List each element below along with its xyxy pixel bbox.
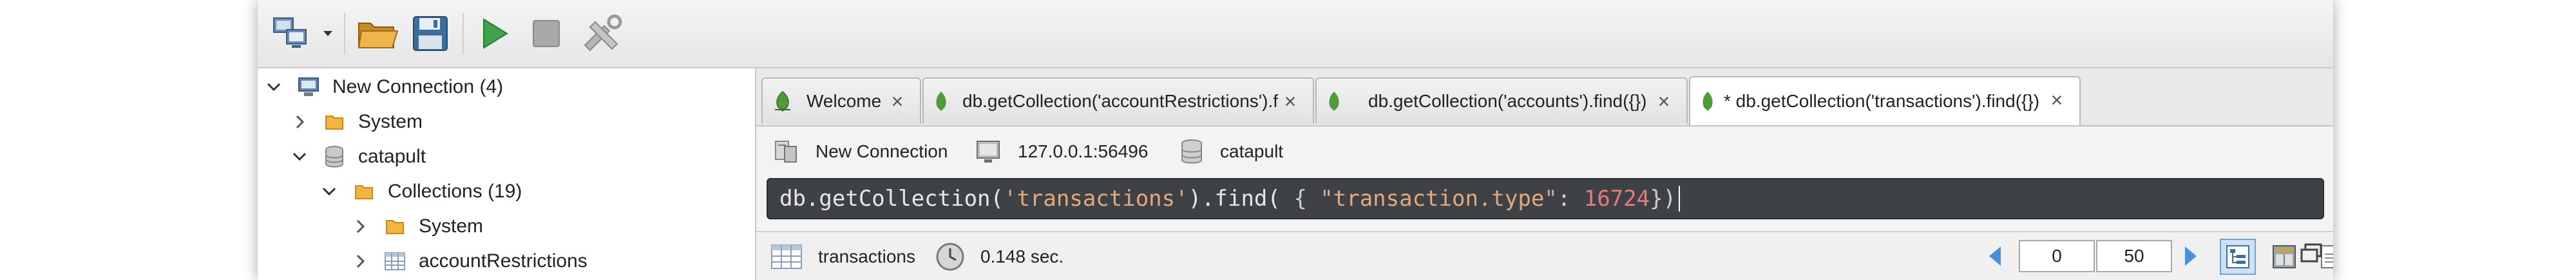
tree-node-system-db[interactable]: System	[290, 105, 423, 139]
monitor-icon	[975, 139, 1001, 164]
folder-icon	[353, 181, 375, 203]
status-time-label: 0.148 sec.	[980, 246, 1064, 266]
query-number: 16724	[1583, 186, 1650, 212]
query-collection-string: 'transactions'	[1004, 186, 1188, 212]
server-icon	[773, 139, 799, 165]
tab-label: Welcome	[806, 91, 882, 111]
tab-accounts[interactable]: db.getCollection('accounts').find({}) ×	[1315, 77, 1688, 124]
tab-label: * db.getCollection('transactions').find(…	[1724, 91, 2040, 111]
status-collection-label: transactions	[818, 246, 915, 266]
arrow-left-icon	[1989, 246, 2001, 266]
mongodb-leaf-icon	[1701, 90, 1715, 112]
status-collection: transactions	[770, 240, 915, 274]
info-database: catapult	[1180, 135, 1283, 168]
table-icon	[770, 244, 803, 270]
save-button[interactable]	[405, 12, 456, 55]
close-icon[interactable]: ×	[1655, 91, 1672, 112]
page-prev-button[interactable]	[1987, 245, 2003, 272]
tree-label-connection: New Connection (4)	[332, 76, 504, 97]
tab-welcome[interactable]: Welcome ×	[761, 77, 921, 124]
stop-button[interactable]	[520, 12, 572, 55]
info-address-label: 127.0.0.1:56496	[1018, 141, 1149, 161]
database-icon	[323, 146, 345, 168]
mongodb-leaf-icon	[1327, 90, 1341, 112]
tab-account-restrictions[interactable]: db.getCollection('accountRestrictions').…	[922, 77, 1314, 124]
robo3t-window: New Connection (4) System catapult Colle…	[258, 0, 2333, 280]
close-icon[interactable]: ×	[889, 91, 906, 112]
tree-node-collections-system[interactable]: System	[350, 209, 483, 244]
toolbar-separator	[463, 13, 464, 54]
close-icon[interactable]: ×	[1282, 91, 1299, 112]
page-next-button[interactable]	[2182, 245, 2199, 272]
computer-icon	[298, 76, 320, 98]
connect-icon	[273, 17, 307, 48]
tab-label: db.getCollection('accounts').find({})	[1368, 91, 1647, 111]
limit-input[interactable]: 50	[2096, 240, 2172, 272]
window-restore-icon	[2300, 243, 2322, 263]
folder-icon	[323, 111, 345, 133]
text-cursor	[1679, 186, 1681, 212]
tools-icon	[584, 14, 622, 52]
tree-node-collection-item[interactable]: accountRestrictions	[350, 244, 587, 279]
query-close: })	[1650, 186, 1677, 212]
mongodb-leaf-icon	[934, 90, 948, 112]
tree-node-collections[interactable]: Collections (19)	[320, 174, 522, 209]
clock-icon	[935, 242, 965, 272]
query-colon: :	[1557, 186, 1584, 212]
tab-transactions[interactable]: * db.getCollection('transactions').find(…	[1689, 76, 2081, 125]
skip-input[interactable]: 0	[2019, 240, 2095, 272]
query-open-brace: {	[1280, 186, 1321, 212]
toolbar-separator	[344, 13, 345, 54]
run-button[interactable]	[469, 12, 520, 55]
chevron-right-icon[interactable]	[350, 217, 370, 236]
connect-button[interactable]	[267, 12, 318, 55]
chevron-right-icon[interactable]	[350, 252, 370, 271]
open-folder-icon	[358, 23, 399, 48]
tree-view-icon	[2226, 245, 2249, 268]
info-connection-label: New Connection	[816, 141, 948, 161]
query-middle: ).find(	[1188, 186, 1281, 212]
close-icon[interactable]: ×	[2048, 90, 2065, 110]
arrow-right-icon	[2185, 246, 2197, 266]
query-panel: Welcome × db.getCollection('accountRestr…	[756, 68, 2333, 280]
info-address: 127.0.0.1:56496	[975, 135, 1148, 168]
tab-bar: Welcome × db.getCollection('accountRestr…	[756, 68, 2333, 126]
query-editor[interactable]: db.getCollection('transactions').find( {…	[767, 178, 2324, 219]
database-icon	[1180, 139, 1203, 165]
chevron-down-icon[interactable]	[264, 77, 283, 97]
chevron-down-icon[interactable]	[320, 182, 339, 201]
info-connection: New Connection	[773, 135, 948, 168]
results-status-bar: transactions 0.148 sec. 0 50	[756, 231, 2333, 280]
query-key-string: "transaction.type"	[1320, 186, 1558, 212]
tree-label-collections-system: System	[419, 215, 484, 237]
query-prefix: db.getCollection(	[779, 186, 1004, 212]
explorer-tree: New Connection (4) System catapult Colle…	[258, 68, 756, 280]
folder-icon	[384, 215, 406, 237]
tree-label-collections: Collections (19)	[388, 181, 522, 202]
dropdown-icon	[323, 31, 332, 36]
tree-label-database: catapult	[358, 146, 426, 167]
main-toolbar	[258, 0, 2333, 68]
chevron-down-icon[interactable]	[290, 147, 309, 166]
tree-view-button[interactable]	[2220, 239, 2256, 275]
tree-node-connection[interactable]: New Connection (4)	[264, 70, 503, 105]
run-icon	[483, 18, 508, 49]
tree-node-database[interactable]: catapult	[290, 139, 426, 174]
status-time: 0.148 sec.	[935, 240, 1064, 274]
tab-label: db.getCollection('accountRestrictions').…	[962, 91, 1279, 111]
save-icon	[413, 16, 448, 51]
info-database-label: catapult	[1220, 141, 1284, 161]
tree-label-system-db: System	[358, 111, 423, 132]
connection-info-bar: New Connection 127.0.0.1:56496 catapult	[756, 126, 2333, 175]
connect-dropdown-button[interactable]	[318, 12, 338, 55]
table-icon	[384, 250, 406, 272]
open-button[interactable]	[352, 12, 403, 55]
mongodb-leaf-icon	[773, 90, 792, 112]
chevron-right-icon[interactable]	[290, 112, 309, 132]
maximize-panel-button[interactable]	[2293, 235, 2329, 271]
stop-icon	[533, 20, 560, 47]
tree-label-collection-item: accountRestrictions	[419, 250, 587, 272]
tools-button[interactable]	[573, 12, 631, 55]
